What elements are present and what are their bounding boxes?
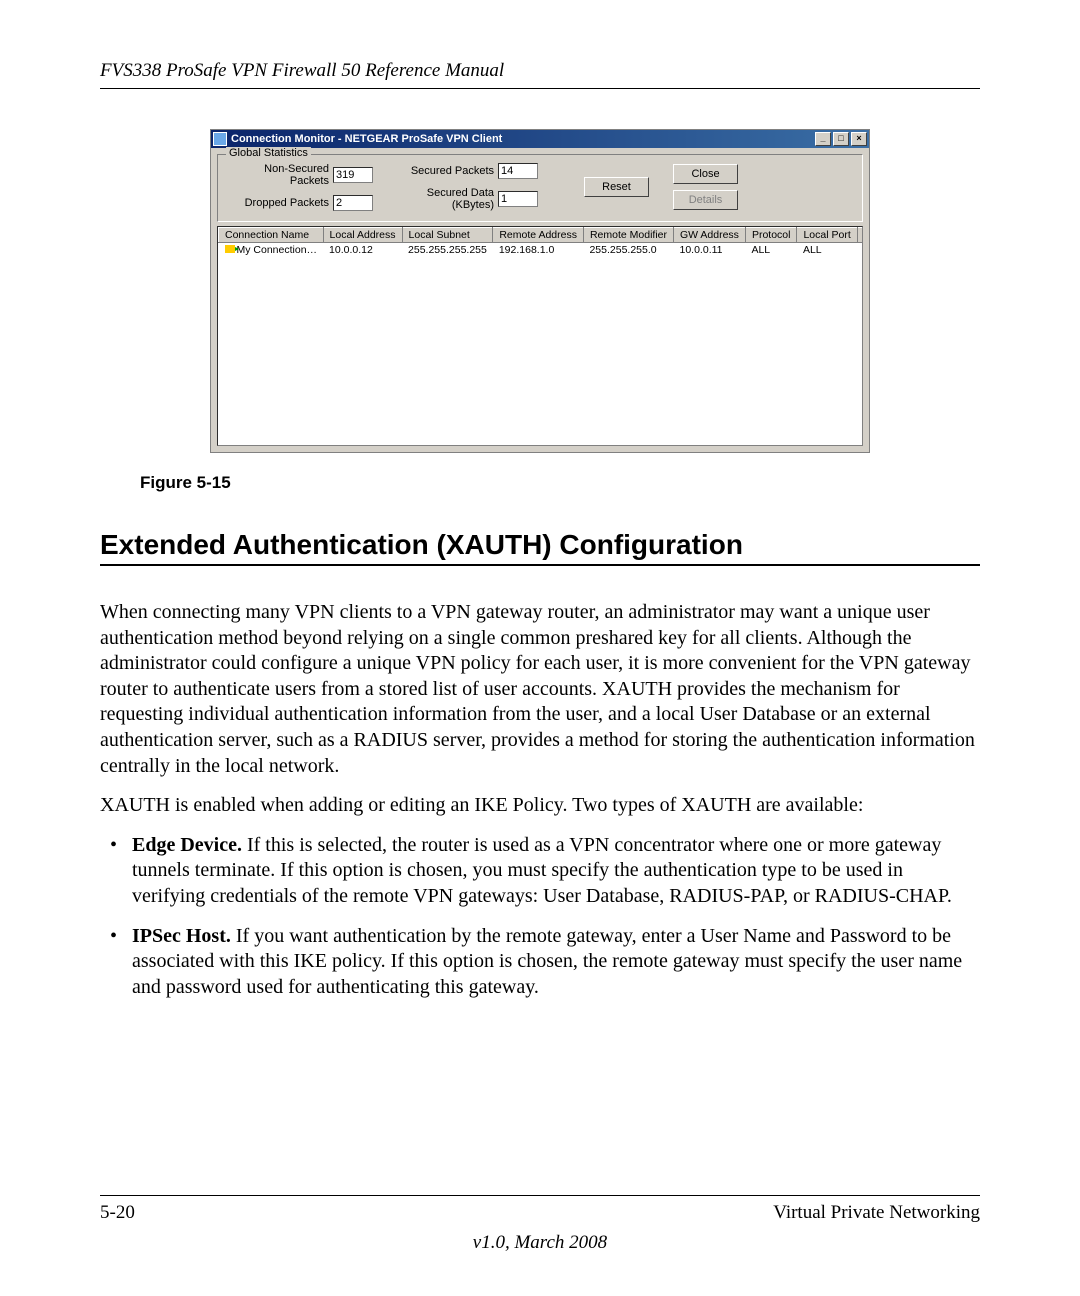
secured-data-value: 1 (498, 191, 538, 207)
cell-local-addr: 10.0.0.12 (323, 243, 402, 258)
page-number: 5-20 (100, 1202, 135, 1224)
secured-packets-label: Secured Packets (389, 165, 494, 177)
connection-icon (225, 245, 235, 253)
app-icon (213, 132, 227, 146)
connection-monitor-window: Connection Monitor - NETGEAR ProSafe VPN… (210, 129, 870, 453)
global-statistics-group: Global Statistics Non-Secured Packets 31… (217, 154, 863, 222)
section-heading: Extended Authentication (XAUTH) Configur… (100, 529, 980, 566)
window-title: Connection Monitor - NETGEAR ProSafe VPN… (231, 133, 815, 145)
header-rule (100, 88, 980, 89)
close-icon[interactable]: × (851, 132, 867, 146)
page-footer: 5-20 Virtual Private Networking v1.0, Ma… (100, 1195, 980, 1254)
connection-table: Connection Name Local Address Local Subn… (217, 226, 863, 446)
bullet-text: If you want authentication by the remote… (132, 925, 962, 998)
secured-packets-value: 14 (498, 163, 538, 179)
col-local-subnet[interactable]: Local Subnet (402, 228, 493, 243)
non-secured-label: Non-Secured Packets (224, 163, 329, 187)
cell-name: My Connection… (237, 244, 318, 256)
version-date: v1.0, March 2008 (100, 1232, 980, 1254)
non-secured-value: 319 (333, 167, 373, 183)
bullet-text: If this is selected, the router is used … (132, 834, 952, 907)
cell-remote-mod: 255.255.255.0 (583, 243, 673, 258)
bullet-edge-device: Edge Device. If this is selected, the ro… (100, 833, 980, 910)
col-rem-port[interactable]: Rem Port (857, 228, 863, 243)
document-header: FVS338 ProSafe VPN Firewall 50 Reference… (100, 60, 980, 82)
cell-protocol: ALL (745, 243, 797, 258)
paragraph-1: When connecting many VPN clients to a VP… (100, 600, 980, 779)
paragraph-2: XAUTH is enabled when adding or editing … (100, 793, 980, 819)
cell-remote-addr: 192.168.1.0 (493, 243, 584, 258)
col-gw-address[interactable]: GW Address (674, 228, 746, 243)
bullet-bold: Edge Device. (132, 834, 242, 856)
details-button[interactable]: Details (673, 190, 738, 210)
cell-gw-addr: 10.0.0.11 (674, 243, 746, 258)
figure-caption: Figure 5-15 (140, 473, 980, 493)
close-button[interactable]: Close (673, 164, 738, 184)
cell-local-subnet: 255.255.255.255 (402, 243, 493, 258)
col-local-port[interactable]: Local Port (797, 228, 857, 243)
dropped-label: Dropped Packets (224, 197, 329, 209)
titlebar: Connection Monitor - NETGEAR ProSafe VPN… (211, 130, 869, 148)
footer-rule (100, 1195, 980, 1196)
table-row[interactable]: My Connection… 10.0.0.12 255.255.255.255… (219, 243, 864, 258)
cell-rem-port: ALL (857, 243, 863, 258)
col-remote-modifier[interactable]: Remote Modifier (583, 228, 673, 243)
table-header-row: Connection Name Local Address Local Subn… (219, 228, 864, 243)
fieldset-legend: Global Statistics (226, 147, 311, 159)
bullet-bold: IPSec Host. (132, 925, 231, 947)
col-local-address[interactable]: Local Address (323, 228, 402, 243)
minimize-icon[interactable]: _ (815, 132, 831, 146)
chapter-name: Virtual Private Networking (773, 1202, 980, 1224)
secured-data-label: Secured Data (KBytes) (389, 187, 494, 211)
maximize-icon[interactable]: □ (833, 132, 849, 146)
cell-local-port: ALL (797, 243, 857, 258)
col-connection-name[interactable]: Connection Name (219, 228, 324, 243)
col-protocol[interactable]: Protocol (745, 228, 797, 243)
reset-button[interactable]: Reset (584, 177, 649, 197)
col-remote-address[interactable]: Remote Address (493, 228, 584, 243)
dropped-value: 2 (333, 195, 373, 211)
bullet-ipsec-host: IPSec Host. If you want authentication b… (100, 924, 980, 1001)
